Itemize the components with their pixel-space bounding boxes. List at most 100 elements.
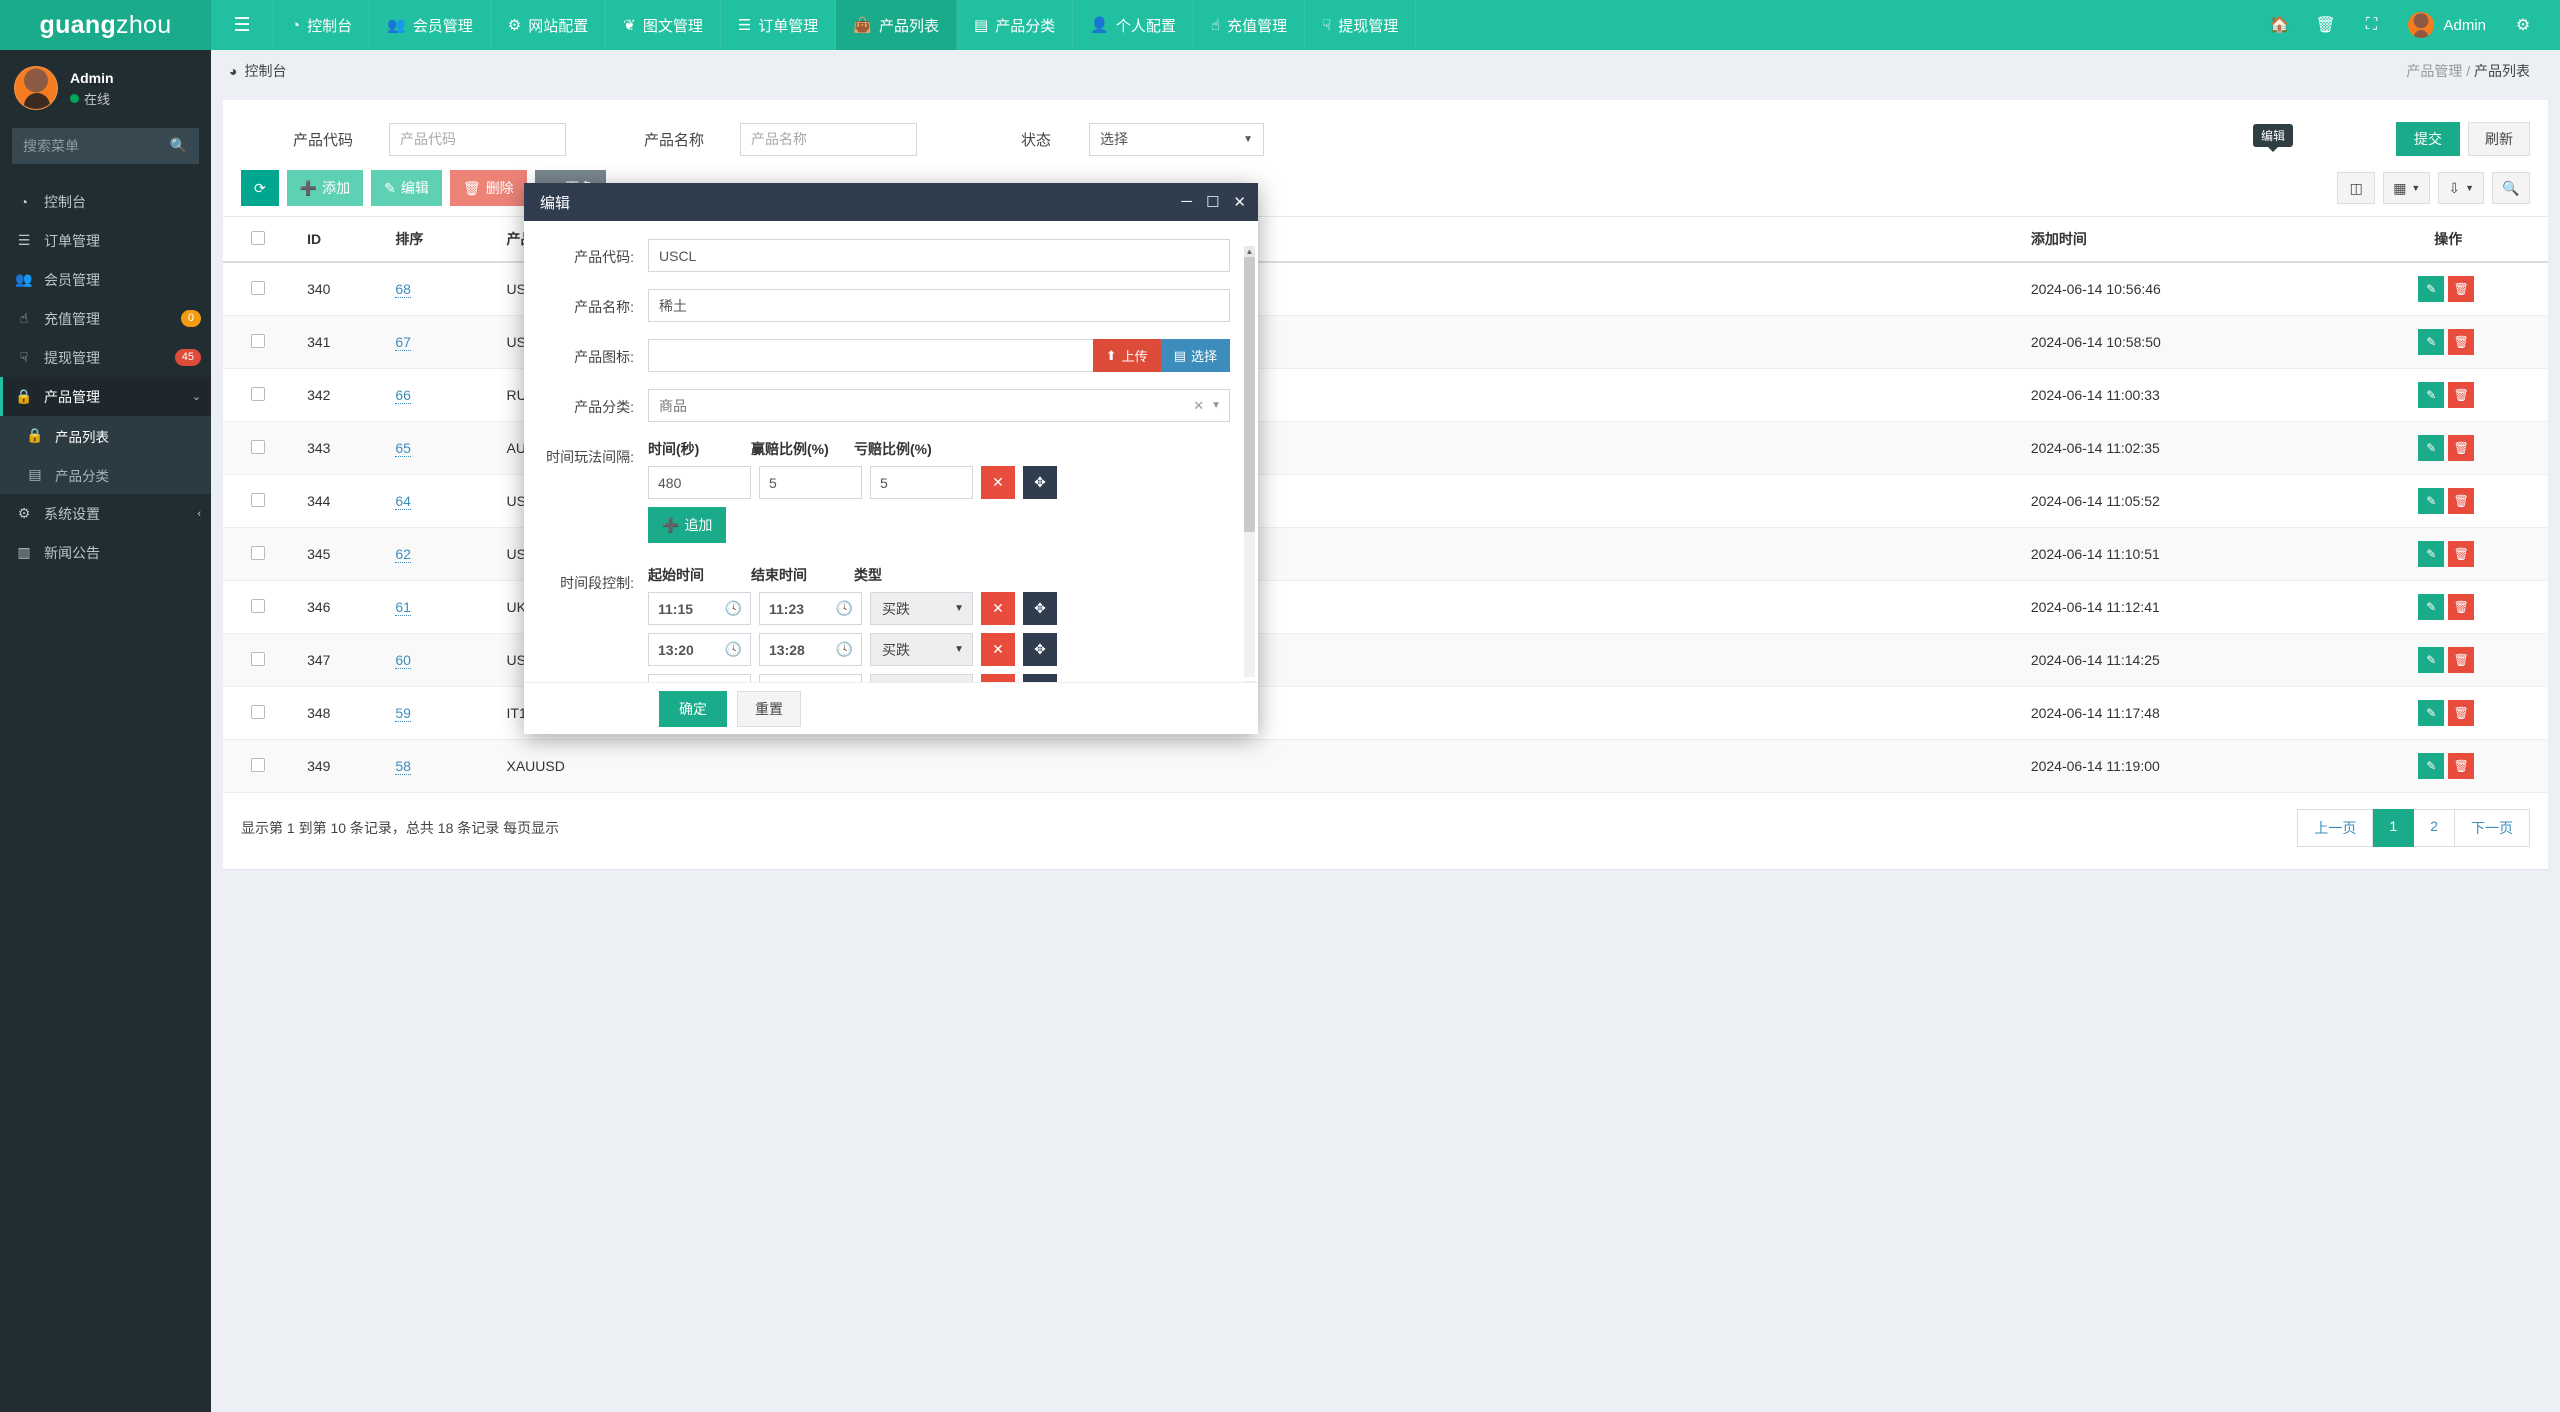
pagination-next[interactable]: 下一页 — [2455, 809, 2530, 847]
row-edit-button[interactable]: ✎ — [2418, 435, 2445, 461]
top-nav-item-7[interactable]: ▤ 产品分类 — [957, 0, 1074, 50]
row-delete-button[interactable]: 🗑 — [2448, 276, 2475, 302]
order-link[interactable]: 66 — [395, 387, 411, 404]
sidebar-item-4[interactable]: ☝ 充值管理 0 — [0, 299, 211, 338]
edit-button[interactable]: ✎ 编辑 — [371, 170, 442, 206]
pagination-prev[interactable]: 上一页 — [2297, 809, 2374, 847]
drag-interval-handle[interactable]: ✥ — [1023, 466, 1057, 499]
product-icon-input[interactable] — [648, 339, 1093, 372]
row-edit-button[interactable]: ✎ — [2418, 753, 2445, 779]
columns-icon[interactable]: ◫ — [2337, 172, 2376, 204]
interval-loss-input[interactable] — [870, 466, 973, 499]
order-link[interactable]: 67 — [395, 334, 411, 351]
top-nav-item-9[interactable]: ☝ 充值管理 — [1194, 0, 1306, 50]
row-delete-button[interactable]: 🗑 — [2448, 329, 2475, 355]
segment-end-input[interactable] — [759, 633, 862, 666]
upload-button[interactable]: ⬆ 上传 — [1092, 339, 1161, 372]
sidebar-item-2[interactable]: ☰ 订单管理 — [0, 221, 211, 260]
row-checkbox[interactable] — [251, 651, 265, 666]
segment-type-select[interactable]: 买涨▼ — [870, 674, 973, 682]
grid-icon[interactable]: ▦ ▼ — [2383, 172, 2431, 204]
fullscreen-icon[interactable]: ⛶ — [2348, 0, 2394, 50]
user-menu[interactable]: Admin — [2394, 12, 2500, 38]
segment-end-input[interactable] — [759, 674, 862, 682]
row-delete-button[interactable]: 🗑 — [2448, 488, 2475, 514]
row-delete-button[interactable]: 🗑 — [2448, 382, 2475, 408]
row-checkbox[interactable] — [251, 545, 265, 560]
remove-segment-button[interactable]: ✕ — [981, 592, 1015, 625]
filter-status-select[interactable]: 选择 ▼ — [1089, 122, 1265, 156]
top-nav-item-1[interactable]: ◔ 控制台 — [273, 0, 371, 50]
minimize-icon[interactable]: ─ — [1181, 193, 1192, 211]
sidebar-item-102[interactable]: ▥ 新闻公告 — [0, 533, 211, 572]
drag-segment-handle[interactable]: ✥ — [1023, 633, 1057, 666]
home-icon[interactable]: 🏠 — [2256, 0, 2302, 50]
row-edit-button[interactable]: ✎ — [2418, 594, 2445, 620]
app-logo[interactable]: guang zhou — [0, 0, 211, 50]
pagination-page-1[interactable]: 1 — [2373, 809, 2415, 847]
order-link[interactable]: 59 — [395, 705, 411, 722]
export-icon[interactable]: ⇩ ▼ — [2438, 172, 2484, 204]
breadcrumb-current[interactable]: 控制台 — [244, 61, 286, 81]
order-link[interactable]: 60 — [395, 652, 411, 669]
col-order[interactable]: 排序 — [385, 216, 497, 263]
order-link[interactable]: 64 — [395, 493, 411, 510]
select-all-checkbox[interactable] — [251, 230, 265, 245]
row-checkbox[interactable] — [251, 598, 265, 613]
segment-start-input[interactable] — [648, 592, 751, 625]
sidebar-item-1[interactable]: ◔ 控制台 — [0, 182, 211, 221]
segment-end-input[interactable] — [759, 592, 862, 625]
row-edit-button[interactable]: ✎ — [2418, 329, 2445, 355]
interval-seconds-input[interactable] — [648, 466, 751, 499]
row-checkbox[interactable] — [251, 757, 265, 772]
scroll-down-arrow[interactable]: ▼ — [1244, 681, 1255, 682]
close-icon[interactable]: ✕ — [1233, 193, 1246, 211]
delete-button[interactable]: 🗑 删除 — [449, 170, 527, 206]
row-delete-button[interactable]: 🗑 — [2448, 700, 2475, 726]
segment-type-select[interactable]: 买跌 ▼ — [870, 592, 973, 625]
row-edit-button[interactable]: ✎ — [2418, 488, 2445, 514]
filter-name-input[interactable] — [740, 122, 918, 156]
top-nav-item-3[interactable]: ⚙ 网站配置 — [491, 0, 607, 50]
add-interval-button[interactable]: ➕ 追加 — [648, 507, 727, 543]
segment-type-select[interactable]: 买跌 ▼ — [870, 633, 973, 666]
remove-interval-button[interactable]: ✕ — [981, 466, 1015, 499]
reset-button[interactable]: 重置 — [737, 690, 801, 727]
sidebar-item-6[interactable]: 🔒 产品管理 ⌄ — [0, 377, 211, 416]
remove-segment-button[interactable]: ✕ — [981, 674, 1015, 682]
top-nav-item-6[interactable]: 👜 产品列表 — [836, 0, 958, 50]
refresh-button[interactable]: 刷新 — [2468, 122, 2530, 156]
col-id[interactable]: ID — [297, 216, 386, 263]
order-link[interactable]: 65 — [395, 440, 411, 457]
product-category-select[interactable]: 商品 ✕ ▼ — [648, 389, 1230, 422]
segment-start-input[interactable] — [648, 633, 751, 666]
row-delete-button[interactable]: 🗑 — [2448, 541, 2475, 567]
top-nav-item-4[interactable]: ❦ 图文管理 — [606, 0, 721, 50]
cogs-icon[interactable]: ⚙ — [2500, 0, 2546, 50]
breadcrumb-parent[interactable]: 产品管理 — [2406, 63, 2462, 79]
sidebar-item-3[interactable]: 👥 会员管理 — [0, 260, 211, 299]
filter-code-input[interactable] — [389, 122, 567, 156]
search-icon[interactable]: 🔍 — [2492, 172, 2530, 204]
row-checkbox[interactable] — [251, 386, 265, 401]
interval-win-input[interactable] — [759, 466, 862, 499]
sidebar-submenu-item-1[interactable]: 🔒 产品列表 — [0, 416, 211, 455]
product-code-input[interactable] — [648, 239, 1230, 272]
row-delete-button[interactable]: 🗑 — [2448, 594, 2475, 620]
drag-segment-handle[interactable]: ✥ — [1023, 674, 1057, 682]
clear-selection-icon[interactable]: ✕ — [1193, 398, 1204, 414]
sidebar-item-5[interactable]: ☟ 提现管理 45 — [0, 338, 211, 377]
row-edit-button[interactable]: ✎ — [2418, 382, 2445, 408]
scroll-up-arrow[interactable]: ▲ — [1244, 246, 1255, 257]
row-delete-button[interactable]: 🗑 — [2448, 435, 2475, 461]
row-edit-button[interactable]: ✎ — [2418, 541, 2445, 567]
top-nav-item-10[interactable]: ☟ 提现管理 — [1305, 0, 1417, 50]
top-nav-item-2[interactable]: 👥 会员管理 — [370, 0, 491, 50]
row-delete-button[interactable]: 🗑 — [2448, 753, 2475, 779]
order-link[interactable]: 58 — [395, 758, 411, 775]
pagination-page-2[interactable]: 2 — [2414, 809, 2455, 847]
select-file-button[interactable]: ▤ 选择 — [1160, 339, 1230, 372]
sidebar-submenu-item-2[interactable]: ▤ 产品分类 — [0, 455, 211, 494]
row-delete-button[interactable]: 🗑 — [2448, 647, 2475, 673]
sidebar-toggle-button[interactable]: ☰ — [211, 0, 273, 50]
